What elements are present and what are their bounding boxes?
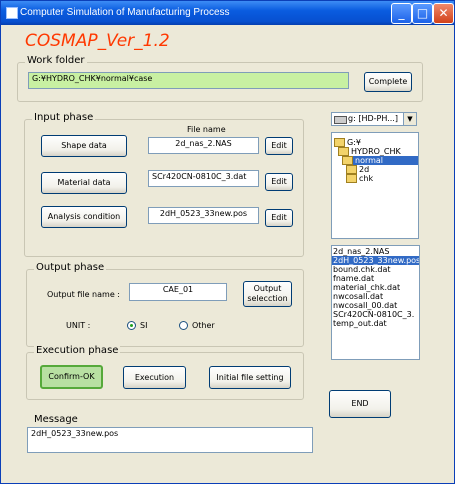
complete-button[interactable]: Complete bbox=[364, 72, 412, 92]
file-item[interactable]: material_chk.dat bbox=[332, 283, 419, 292]
unit-other-label: Other bbox=[192, 321, 215, 330]
file-list[interactable]: 2d_nas_2.NAS 2dH_0523_33new.pos bound.ch… bbox=[331, 245, 420, 360]
file-item[interactable]: nwcosall_00.dat bbox=[332, 301, 419, 310]
material-data-edit-button[interactable]: Edit bbox=[265, 173, 293, 191]
file-item[interactable]: SCr420CN-0810C_3. bbox=[332, 310, 419, 319]
file-name-header: File name bbox=[187, 125, 226, 134]
unit-label: UNIT : bbox=[66, 321, 91, 330]
app-title: COSMAP_Ver_1.2 bbox=[25, 31, 170, 51]
directory-item[interactable]: chk bbox=[346, 174, 373, 183]
confirm-ok-button[interactable]: Confirm-OK bbox=[40, 365, 103, 389]
shape-data-button[interactable]: Shape data bbox=[41, 135, 127, 157]
unit-si-radio[interactable] bbox=[127, 321, 136, 330]
material-data-file-field[interactable]: SCr420CN-0810C_3.dat bbox=[148, 170, 259, 187]
directory-list[interactable]: G:¥ HYDRO_CHK normal 2d chk bbox=[331, 132, 419, 239]
window-title: Computer Simulation of Manufacturing Pro… bbox=[20, 7, 230, 18]
folder-icon bbox=[334, 138, 345, 147]
execution-button[interactable]: Execution bbox=[123, 366, 186, 389]
file-item[interactable]: nwcosall.dat bbox=[332, 292, 419, 301]
shape-data-file-field[interactable]: 2d_nas_2.NAS bbox=[148, 137, 259, 154]
folder-icon bbox=[346, 165, 357, 174]
work-folder-label: Work folder bbox=[25, 55, 87, 66]
drive-select[interactable]: g: [HD-PH...] ▼ bbox=[331, 112, 417, 126]
file-item[interactable]: temp_out.dat bbox=[332, 319, 419, 328]
input-phase-label: Input phase bbox=[32, 112, 96, 123]
folder-icon bbox=[338, 147, 349, 156]
directory-item-selected[interactable]: normal bbox=[342, 156, 418, 165]
message-field: 2dH_0523_33new.pos bbox=[27, 427, 313, 453]
material-data-button[interactable]: Material data bbox=[41, 172, 127, 194]
analysis-condition-file-field[interactable]: 2dH_0523_33new.pos bbox=[148, 207, 259, 224]
output-file-name-field[interactable]: CAE_01 bbox=[129, 283, 227, 301]
analysis-condition-button[interactable]: Analysis condition bbox=[41, 206, 127, 228]
unit-other-radio[interactable] bbox=[179, 321, 188, 330]
execution-phase-label: Execution phase bbox=[34, 345, 121, 356]
message-label: Message bbox=[34, 414, 78, 425]
output-phase-label: Output phase bbox=[34, 262, 107, 273]
folder-icon bbox=[346, 174, 357, 183]
drive-value: g: [HD-PH...] bbox=[348, 114, 398, 123]
maximize-button[interactable]: □ bbox=[412, 3, 433, 24]
directory-item[interactable]: HYDRO_CHK bbox=[338, 147, 401, 156]
app-icon bbox=[6, 7, 18, 19]
output-selection-button[interactable]: Output selecction bbox=[243, 281, 292, 307]
shape-data-edit-button[interactable]: Edit bbox=[265, 137, 293, 155]
file-item[interactable]: fname.dat bbox=[332, 274, 419, 283]
close-button[interactable]: ✕ bbox=[433, 3, 454, 24]
file-item[interactable]: 2d_nas_2.NAS bbox=[332, 247, 419, 256]
output-file-name-label: Output file name : bbox=[47, 290, 120, 299]
title-bar: Computer Simulation of Manufacturing Pro… bbox=[1, 1, 454, 25]
work-folder-path-field[interactable]: G:¥HYDRO_CHK¥normal¥case bbox=[28, 72, 349, 89]
drive-icon bbox=[334, 116, 347, 124]
directory-item[interactable]: G:¥ bbox=[334, 138, 361, 147]
initial-file-setting-button[interactable]: Initial file setting bbox=[209, 366, 291, 389]
chevron-down-icon[interactable]: ▼ bbox=[403, 113, 416, 125]
unit-si-label: SI bbox=[140, 321, 148, 330]
directory-item[interactable]: 2d bbox=[346, 165, 369, 174]
main-window: Computer Simulation of Manufacturing Pro… bbox=[0, 0, 455, 484]
file-item[interactable]: bound.chk.dat bbox=[332, 265, 419, 274]
analysis-condition-edit-button[interactable]: Edit bbox=[265, 209, 293, 227]
end-button[interactable]: END bbox=[329, 390, 391, 418]
file-item-selected[interactable]: 2dH_0523_33new.pos bbox=[332, 256, 419, 265]
minimize-button[interactable]: _ bbox=[391, 3, 412, 24]
folder-open-icon bbox=[342, 156, 353, 165]
